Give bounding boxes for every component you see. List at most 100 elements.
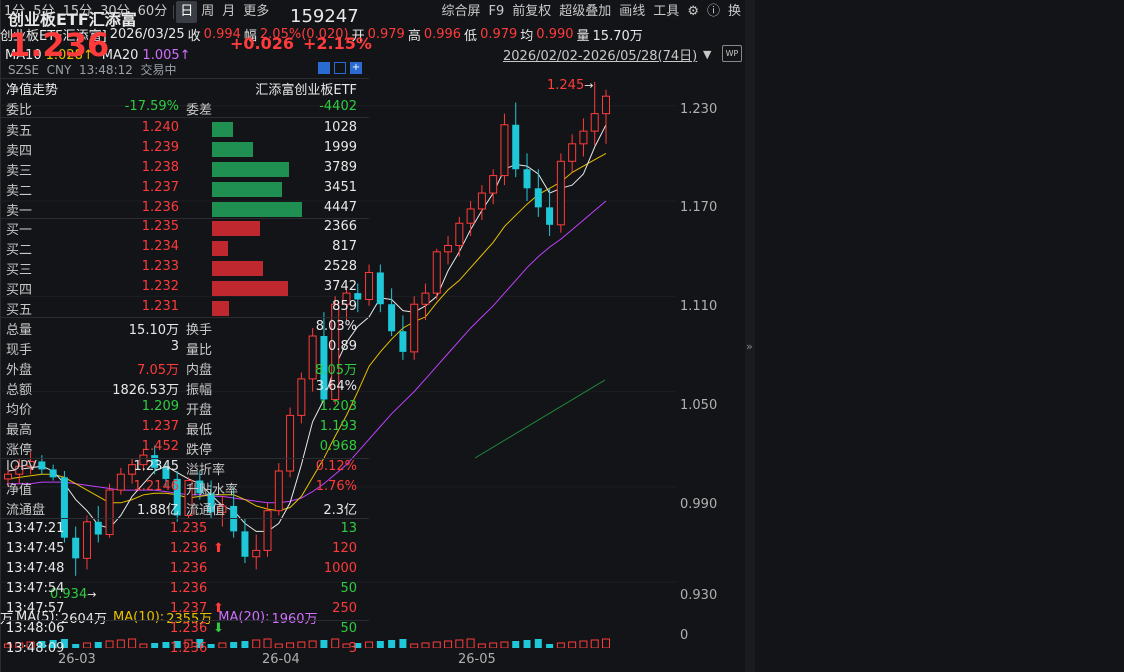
- volume-bar: [455, 639, 464, 648]
- bid-price: 1.235: [141, 219, 179, 234]
- ask-depth-bar: [212, 122, 233, 137]
- tool-button-5[interactable]: 工具: [649, 1, 683, 23]
- stat-row: 涨停 1.452 跌停 0.968: [0, 438, 369, 458]
- stat-label: 最高: [6, 423, 33, 438]
- panel-divider[interactable]: [745, 0, 755, 672]
- stat-value: 3.64%: [315, 379, 357, 394]
- ask-level-2[interactable]: 卖三 1.238 3789: [0, 159, 369, 179]
- close-label: 收: [187, 28, 201, 44]
- vol-label: 量: [576, 28, 590, 44]
- vol-axis-zero: 0: [680, 628, 689, 643]
- edit-icon[interactable]: [318, 62, 330, 74]
- stat-row: 均价 1.209 开盘 1.203: [0, 398, 369, 418]
- tick-row: 13:47:57 1.237 ⬆ 250: [0, 600, 369, 620]
- add-icon[interactable]: +: [350, 62, 362, 74]
- tick-price: 1.236: [170, 581, 208, 596]
- stat-value: 1.193: [319, 419, 357, 434]
- bid-level-2[interactable]: 买三 1.233 2528: [0, 258, 369, 278]
- stat-label: 外盘: [6, 363, 33, 378]
- bid-level-0[interactable]: 买一 1.235 2366: [0, 218, 369, 238]
- period-tab-6[interactable]: 周: [197, 1, 218, 23]
- volume-bar: [546, 644, 554, 648]
- tick-row: 13:47:21 1.235 13: [0, 520, 369, 540]
- tick-time: 13:47:48: [6, 561, 65, 576]
- candle-body: [432, 251, 441, 294]
- volume-bar: [590, 639, 599, 648]
- period-tab-5[interactable]: 日: [176, 1, 198, 23]
- tick-row: 13:48:09 1.236 3: [0, 640, 369, 660]
- nav-row[interactable]: 净值走势 汇添富创业板ETF: [0, 78, 369, 98]
- low-label: 低: [464, 28, 478, 44]
- weibi-label: 委比: [6, 103, 33, 118]
- bid-level-4[interactable]: 买五 1.231 859: [0, 298, 369, 318]
- window-icon[interactable]: [334, 62, 346, 74]
- tool-button-0[interactable]: 综合屏: [437, 1, 484, 23]
- ask-price: 1.239: [141, 140, 179, 155]
- ask-level-0[interactable]: 卖五 1.240 1028: [0, 119, 369, 139]
- tick-row: 13:47:54 1.236 50: [0, 580, 369, 600]
- candle-body: [568, 143, 577, 162]
- tool-button-1[interactable]: F9: [485, 1, 509, 23]
- tick-volume: 13: [340, 521, 357, 536]
- stat-label: 流通盘: [6, 503, 46, 518]
- ask-depth-bar: [212, 142, 253, 157]
- tick-time: 13:47:57: [6, 601, 65, 616]
- candle-body: [546, 207, 554, 225]
- ask-volume: 1999: [323, 140, 357, 155]
- candle-body: [421, 292, 430, 305]
- gear-icon[interactable]: ⚙: [683, 1, 703, 23]
- ask-volume: 3451: [323, 180, 357, 195]
- tool-button-3[interactable]: 超级叠加: [555, 1, 615, 23]
- stat-value: 15.10万: [128, 323, 179, 338]
- volume-bar: [399, 639, 407, 648]
- switch-button[interactable]: 换: [724, 1, 745, 23]
- wp-icon[interactable]: WP: [722, 45, 742, 62]
- volume-bar: [523, 640, 531, 648]
- period-tab-4[interactable]: 60分: [134, 1, 172, 23]
- stat-label: 净值: [6, 483, 33, 498]
- candle-body: [523, 169, 531, 189]
- high-value: 0.996: [423, 26, 462, 42]
- stat-value: 1.237: [141, 419, 179, 434]
- up-arrow-icon: ⬆: [213, 541, 224, 556]
- ask-level-4[interactable]: 卖一 1.236 4447: [0, 199, 369, 219]
- stat-row: 净值 1.2146 升贴水率 1.76%: [0, 478, 369, 498]
- bid-depth-bar: [212, 281, 288, 296]
- tool-button-2[interactable]: 前复权: [508, 1, 555, 23]
- candle-body: [388, 304, 396, 332]
- help-icon[interactable]: ⓘ: [703, 1, 724, 23]
- ask-level-1[interactable]: 卖四 1.239 1999: [0, 139, 369, 159]
- period-tab-7[interactable]: 月: [218, 1, 239, 23]
- tick-row: 13:48:06 1.236 ⬇ 50: [0, 620, 369, 640]
- stat-row: 流通盘 1.88亿 流通值 2.3亿: [0, 498, 369, 518]
- volume-bar: [388, 640, 396, 648]
- quote-meta: SZSE CNY 13:48:12 交易中: [8, 63, 177, 77]
- y-axis-tick-2: 1.110: [680, 299, 718, 314]
- dropdown-triangle-icon[interactable]: ▼: [703, 48, 711, 61]
- period-tab-8[interactable]: 更多: [239, 1, 273, 23]
- date-range-link[interactable]: 2026/02/02-2026/05/28(74日): [503, 45, 697, 64]
- stat-label: 量比: [186, 343, 213, 358]
- ask-depth-bar: [212, 182, 282, 197]
- ask-level-3[interactable]: 卖二 1.237 3451: [0, 179, 369, 199]
- tick-volume: 1000: [323, 561, 357, 576]
- stat-value: 1.2146: [133, 479, 180, 494]
- candle-body: [556, 160, 565, 226]
- weibi-row: 委比 -17.59% 委差 -4402: [0, 98, 369, 118]
- weicha-value: -4402: [319, 99, 357, 114]
- stat-label: 最低: [186, 423, 213, 438]
- bid-level-3[interactable]: 买四 1.232 3742: [0, 278, 369, 298]
- y-axis-tick-3: 1.050: [680, 398, 718, 413]
- stat-label: 跌停: [186, 443, 213, 458]
- tool-button-4[interactable]: 画线: [615, 1, 649, 23]
- volume-bar: [579, 640, 588, 648]
- volume-bar: [444, 640, 453, 648]
- quote-code: 159247: [290, 6, 359, 27]
- bid-level-1[interactable]: 买二 1.234 817: [0, 238, 369, 258]
- expand-icon[interactable]: »: [746, 340, 753, 353]
- stat-label: 总量: [6, 323, 33, 338]
- candle-body: [477, 192, 486, 210]
- nav-name: 汇添富创业板ETF: [255, 83, 357, 98]
- ask-label: 卖三: [6, 164, 33, 179]
- ask-label: 卖四: [6, 144, 33, 159]
